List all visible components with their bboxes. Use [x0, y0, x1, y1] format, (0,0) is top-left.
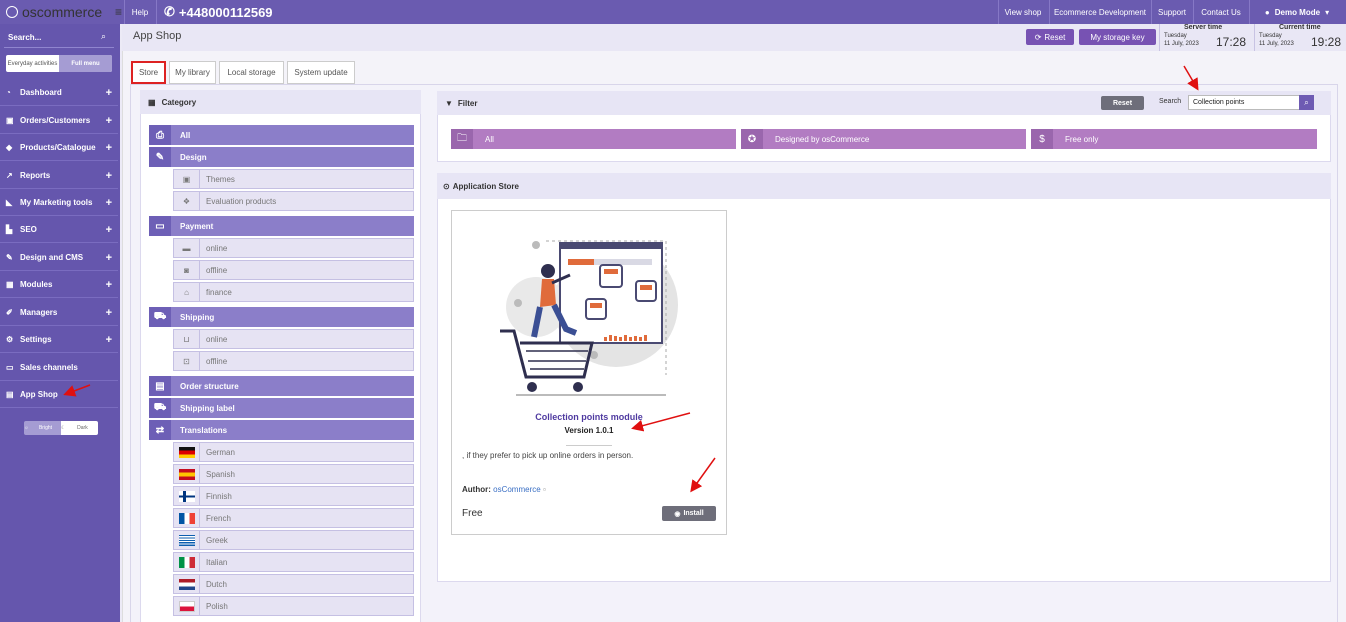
arrow-app-title — [631, 412, 691, 432]
arrow-app-shop — [63, 384, 91, 397]
arrow-search — [1183, 65, 1199, 91]
arrow-install — [690, 457, 716, 493]
annotation-arrows — [63, 65, 1199, 493]
